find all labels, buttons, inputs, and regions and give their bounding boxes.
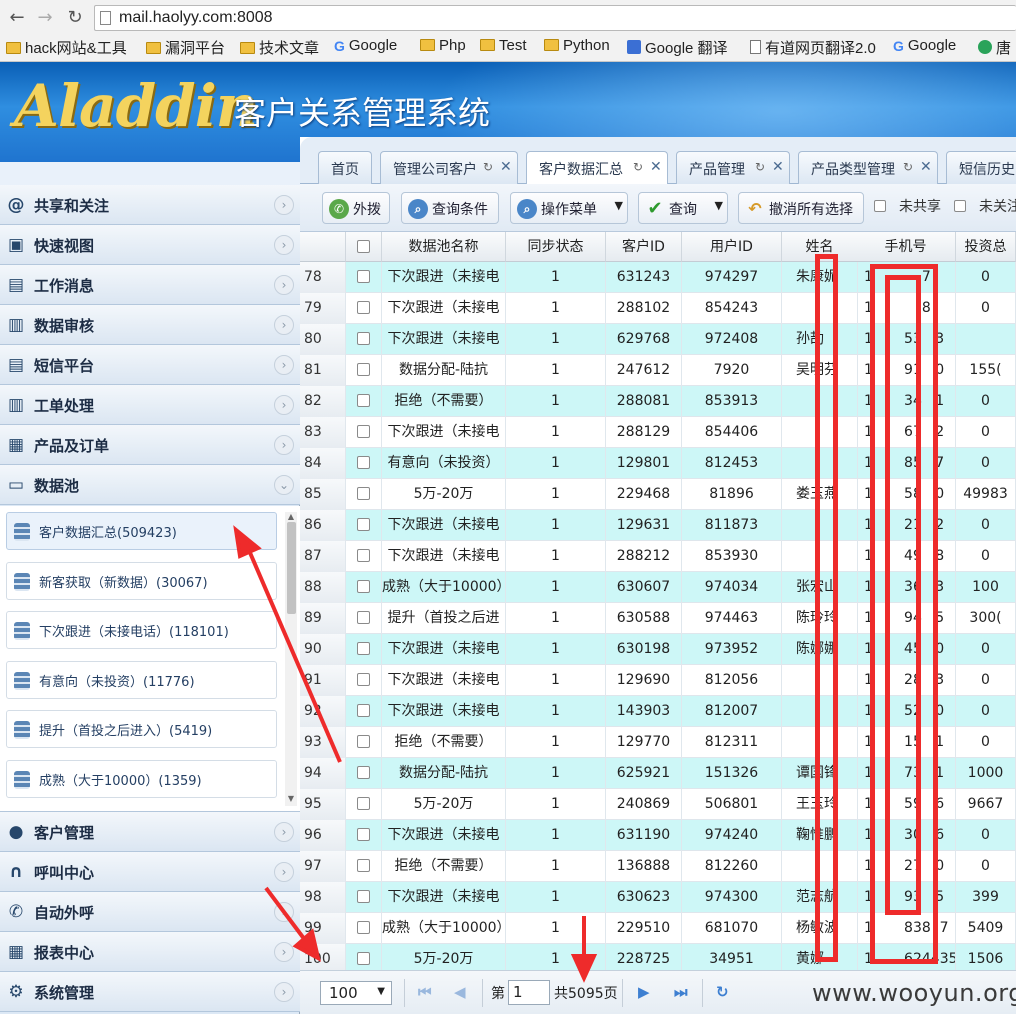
arrow-head	[570, 954, 598, 983]
arrow-head	[233, 525, 262, 559]
annotation-arrows	[233, 525, 598, 983]
arrow-to-row-count	[264, 886, 307, 942]
arrow-head	[292, 928, 321, 962]
arrow-to-pool-item	[246, 547, 342, 763]
